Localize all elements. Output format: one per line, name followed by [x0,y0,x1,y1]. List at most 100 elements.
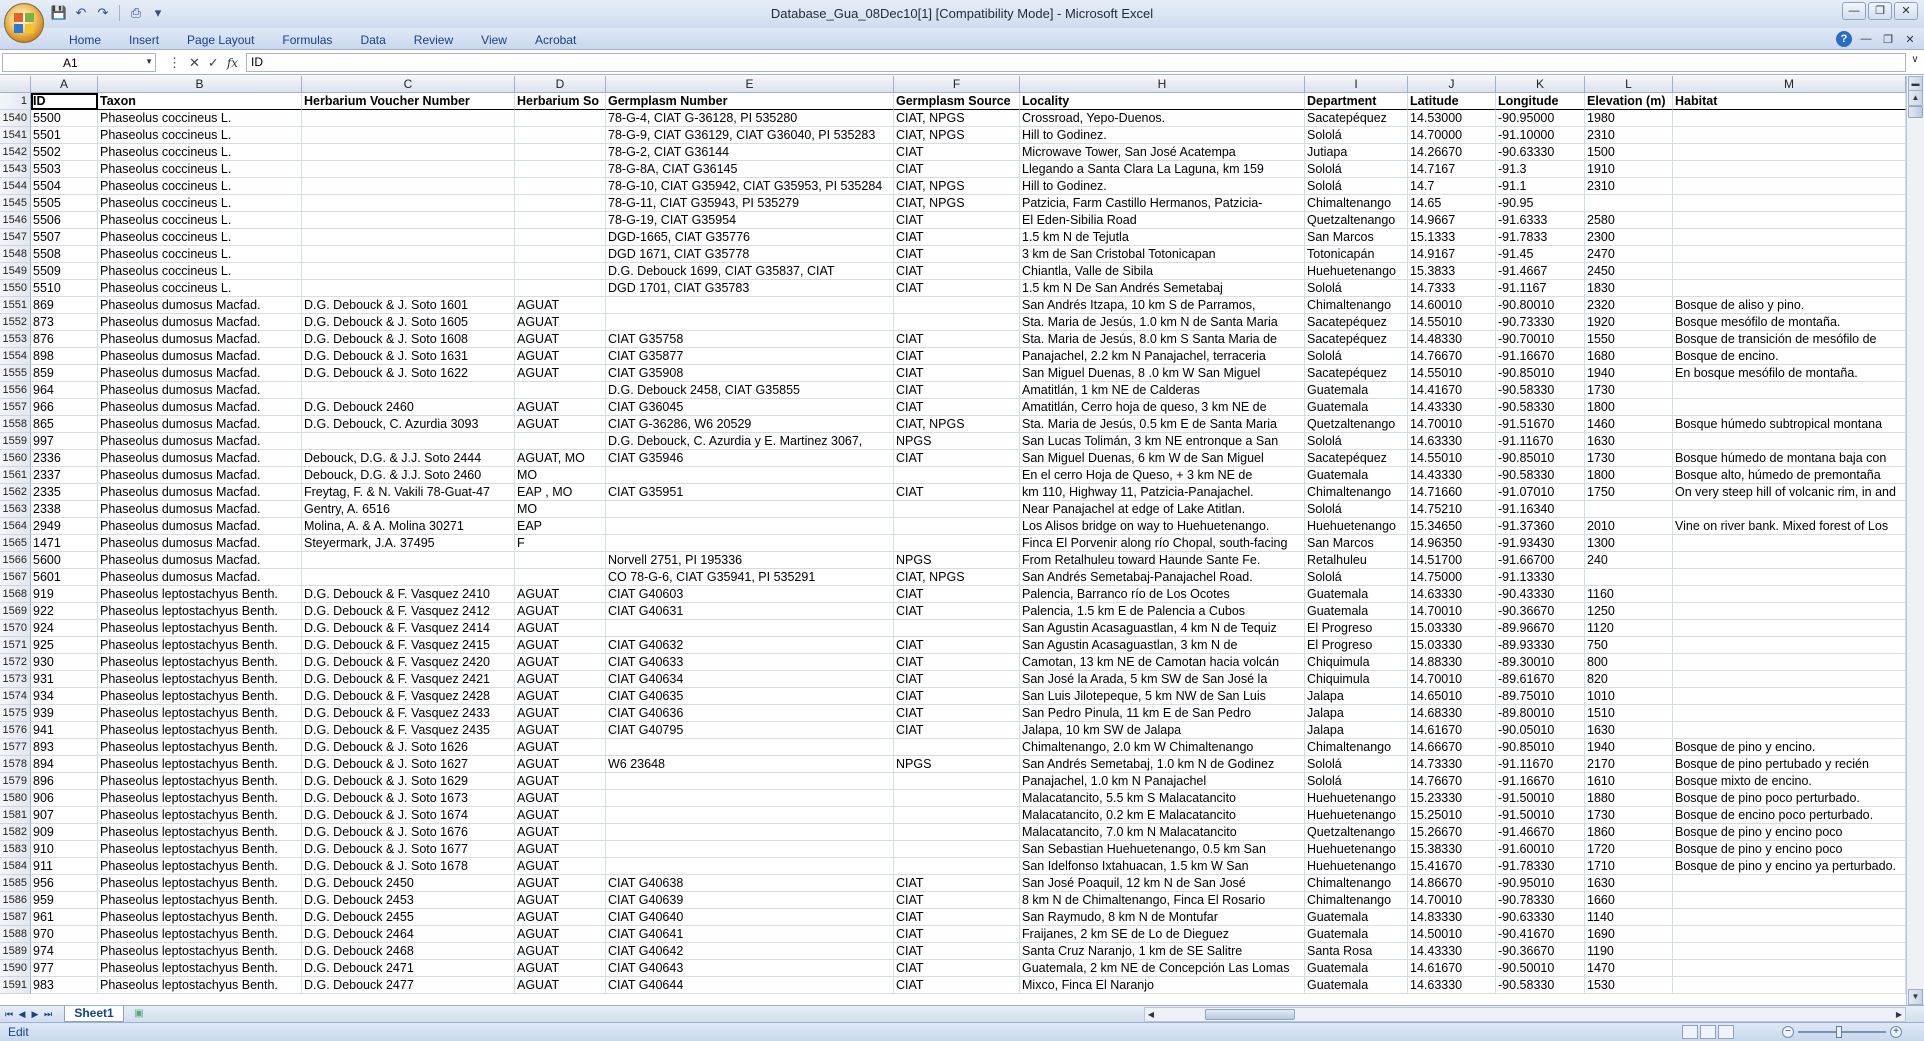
table-cell[interactable]: AGUAT [515,654,606,671]
table-cell[interactable]: 14.7333 [1408,280,1496,297]
table-cell[interactable]: CIAT G40643 [606,960,894,977]
table-cell[interactable]: Phaseolus leptostachyus Benth. [98,977,302,994]
table-cell[interactable]: 14.63330 [1408,586,1496,603]
table-cell[interactable] [1673,280,1906,297]
table-cell[interactable]: San Marcos [1305,229,1408,246]
row-header[interactable]: 1558 [0,416,31,433]
help-icon[interactable]: ? [1836,31,1852,47]
table-cell[interactable]: DGD-1665, CIAT G35776 [606,229,894,246]
row-header[interactable]: 1549 [0,263,31,280]
table-cell[interactable]: D.G. Debouck & F. Vasquez 2415 [302,637,515,654]
table-cell[interactable]: -91.37360 [1496,518,1585,535]
header-cell[interactable]: Longitude [1496,93,1585,110]
table-cell[interactable] [302,127,515,144]
table-cell[interactable]: 78-G-9, CIAT G36129, CIAT G36040, PI 535… [606,127,894,144]
table-cell[interactable]: Phaseolus coccineus L. [98,127,302,144]
table-cell[interactable]: Phaseolus leptostachyus Benth. [98,756,302,773]
table-cell[interactable]: 5509 [31,263,98,280]
row-header[interactable]: 1551 [0,297,31,314]
table-cell[interactable]: -90.73330 [1496,314,1585,331]
row-header[interactable]: 1571 [0,637,31,654]
table-cell[interactable]: 15.26670 [1408,824,1496,841]
row-header[interactable]: 1563 [0,501,31,518]
table-cell[interactable]: -90.58330 [1496,399,1585,416]
column-header-h[interactable]: H [1020,76,1305,93]
table-cell[interactable] [302,212,515,229]
table-cell[interactable] [515,195,606,212]
zoom-in-icon[interactable]: + [1890,1026,1902,1038]
table-cell[interactable]: Palencia, Barranco río de Los Ocotes [1020,586,1305,603]
table-cell[interactable]: CIAT G-36286, W6 20529 [606,416,894,433]
sheet-tab[interactable]: Sheet1 [64,1006,124,1022]
ribbon-minimize-icon[interactable]: — [1858,33,1874,45]
table-cell[interactable]: 941 [31,722,98,739]
row-header[interactable]: 1585 [0,875,31,892]
table-cell[interactable]: D.G. Debouck & F. Vasquez 2414 [302,620,515,637]
header-cell[interactable]: Germplasm Source [894,93,1020,110]
table-cell[interactable]: Sololá [1305,773,1408,790]
table-cell[interactable]: Sta. Maria de Jesús, 1.0 km N de Santa M… [1020,314,1305,331]
table-cell[interactable]: Phaseolus dumosus Macfad. [98,416,302,433]
table-cell[interactable]: CIAT G40631 [606,603,894,620]
table-cell[interactable]: Sololá [1305,433,1408,450]
table-cell[interactable]: 1.5 km N de Tejutla [1020,229,1305,246]
table-cell[interactable]: 959 [31,892,98,909]
table-cell[interactable]: 15.25010 [1408,807,1496,824]
row-header[interactable]: 1562 [0,484,31,501]
table-cell[interactable]: Steyermark, J.A. 37495 [302,535,515,552]
table-cell[interactable] [606,518,894,535]
table-cell[interactable]: 14.65 [1408,195,1496,212]
table-cell[interactable]: CIAT [894,280,1020,297]
table-cell[interactable] [1673,144,1906,161]
table-cell[interactable]: 15.23330 [1408,790,1496,807]
table-cell[interactable]: CIAT [894,705,1020,722]
table-cell[interactable] [515,229,606,246]
table-cell[interactable]: CIAT [894,654,1020,671]
table-cell[interactable]: El Progreso [1305,637,1408,654]
table-cell[interactable]: Sololá [1305,756,1408,773]
table-cell[interactable]: AGUAT, MO [515,450,606,467]
table-cell[interactable]: D.G. Debouck 2460 [302,399,515,416]
table-cell[interactable]: -89.61670 [1496,671,1585,688]
table-cell[interactable]: AGUAT [515,297,606,314]
table-cell[interactable] [1673,569,1906,586]
table-cell[interactable] [515,569,606,586]
table-cell[interactable]: Chiquimula [1305,654,1408,671]
table-cell[interactable]: -91.51670 [1496,416,1585,433]
table-cell[interactable]: -91.3 [1496,161,1585,178]
column-header-j[interactable]: J [1408,76,1496,93]
table-cell[interactable]: CIAT [894,484,1020,501]
table-cell[interactable]: 1630 [1585,722,1673,739]
table-cell[interactable]: 5500 [31,110,98,127]
table-cell[interactable]: 2470 [1585,246,1673,263]
table-cell[interactable]: D.G. Debouck & F. Vasquez 2420 [302,654,515,671]
row-header[interactable]: 1542 [0,144,31,161]
table-cell[interactable]: CIAT, NPGS [894,195,1020,212]
table-cell[interactable]: 1690 [1585,926,1673,943]
restore-button[interactable]: ❐ [1868,2,1892,20]
table-cell[interactable]: CIAT G40632 [606,637,894,654]
table-cell[interactable]: CIAT, NPGS [894,110,1020,127]
table-cell[interactable]: CIAT [894,603,1020,620]
table-cell[interactable]: AGUAT [515,875,606,892]
table-cell[interactable]: 1470 [1585,960,1673,977]
tab-view[interactable]: View [467,30,521,50]
table-cell[interactable] [1673,620,1906,637]
table-cell[interactable]: Guatemala [1305,977,1408,994]
table-cell[interactable]: 869 [31,297,98,314]
header-cell[interactable]: Taxon [98,93,302,110]
table-cell[interactable] [606,467,894,484]
table-cell[interactable]: 1830 [1585,280,1673,297]
table-cell[interactable]: Fraijanes, 2 km SE de Lo de Dieguez [1020,926,1305,943]
table-cell[interactable]: EAP [515,518,606,535]
table-cell[interactable]: San Marcos [1305,535,1408,552]
column-header-i[interactable]: I [1305,76,1408,93]
table-cell[interactable]: 1500 [1585,144,1673,161]
table-cell[interactable] [1673,399,1906,416]
table-cell[interactable]: 14.68330 [1408,705,1496,722]
table-cell[interactable]: 894 [31,756,98,773]
table-cell[interactable]: 78-G-19, CIAT G35954 [606,212,894,229]
table-cell[interactable]: D.G. Debouck & F. Vasquez 2421 [302,671,515,688]
horizontal-scroll-thumb[interactable] [1205,1009,1295,1020]
table-cell[interactable]: 5601 [31,569,98,586]
